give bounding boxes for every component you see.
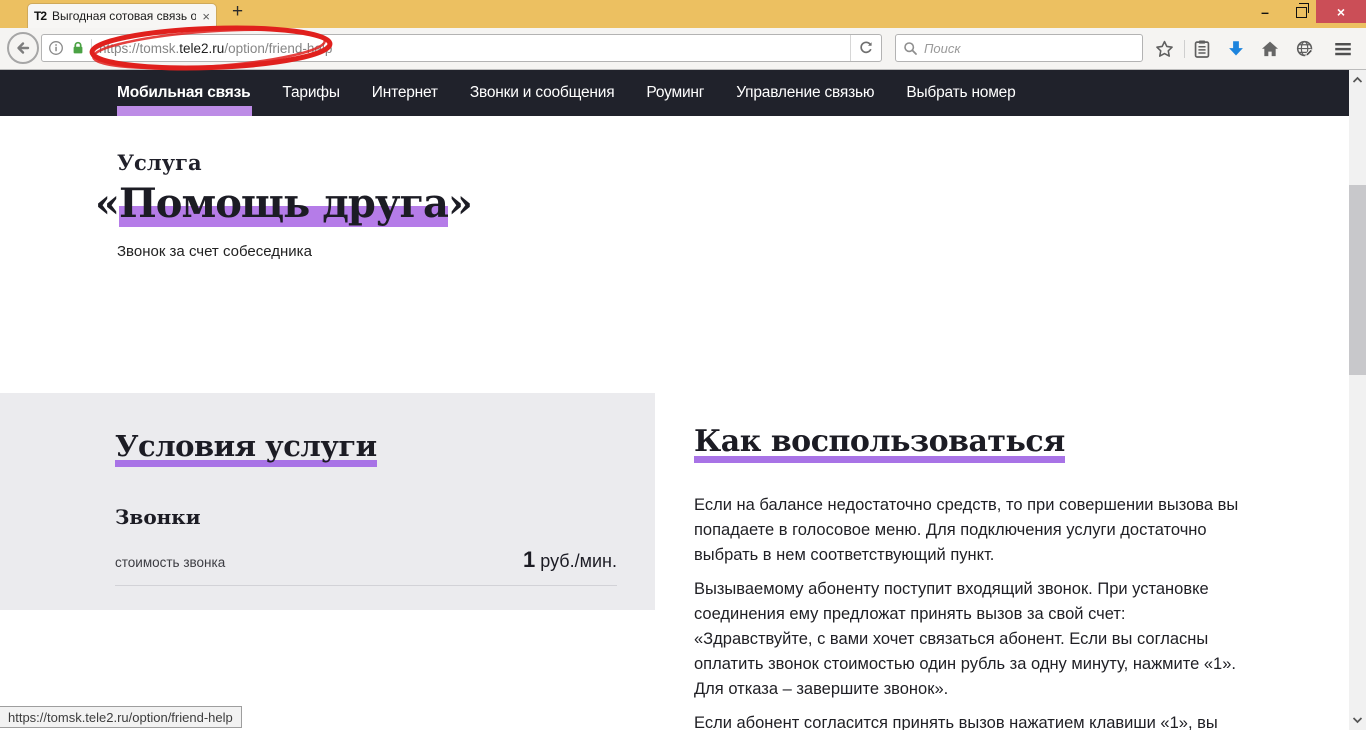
- identity-separator: [91, 39, 92, 57]
- tele2-favicon-icon: T2: [34, 9, 46, 23]
- how-to-paragraph: Если абонент согласится принять вызов на…: [694, 711, 1239, 730]
- minimize-button[interactable]: –: [1248, 0, 1282, 23]
- nav-item-tariffs[interactable]: Тарифы: [282, 70, 339, 116]
- url-prefix: https://tomsk.: [99, 41, 179, 56]
- tab-title: Выгодная сотовая связь от: [52, 9, 196, 23]
- title-highlighted-text: Помощь друга: [119, 180, 448, 227]
- service-subtitle: Звонок за счет собеседника: [117, 243, 312, 260]
- reload-icon: [858, 40, 874, 56]
- restore-icon: [1296, 7, 1307, 18]
- active-nav-underline: [117, 106, 252, 116]
- nav-item-manage[interactable]: Управление связью: [736, 70, 874, 116]
- bookmark-star-button[interactable]: [1152, 37, 1176, 61]
- search-icon: [903, 41, 918, 56]
- calls-group-heading: Звонки: [115, 505, 617, 529]
- nav-item-label: Тарифы: [282, 84, 339, 102]
- close-icon: ×: [1337, 4, 1345, 20]
- menu-button[interactable]: [1331, 37, 1355, 61]
- nav-item-label: Выбрать номер: [906, 84, 1015, 102]
- how-to-paragraph: Если на балансе недостаточно средств, то…: [694, 493, 1239, 568]
- clipboard-icon: [1192, 39, 1212, 59]
- price-number: 1: [523, 547, 535, 572]
- back-arrow-icon: [15, 40, 31, 56]
- price-value: 1руб./мин.: [523, 547, 617, 573]
- how-to-paragraph: Вызываемому абоненту поступит входящий з…: [694, 577, 1239, 702]
- star-icon: [1154, 39, 1175, 60]
- search-placeholder: Поиск: [924, 41, 961, 56]
- address-bar[interactable]: https://tomsk.tele2.ru/option/friend-hel…: [41, 34, 882, 62]
- hamburger-icon: [1333, 39, 1353, 59]
- extension-button[interactable]: [1293, 37, 1317, 61]
- nav-item-label: Управление связью: [736, 84, 874, 102]
- site-navigation: Мобильная связь Тарифы Интернет Звонки и…: [0, 70, 1349, 116]
- browser-toolbar: https://tomsk.tele2.ru/option/friend-hel…: [0, 28, 1366, 70]
- url-domain: tele2.ru: [179, 41, 224, 56]
- price-unit: руб./мин.: [540, 551, 617, 571]
- status-bar-url: https://tomsk.tele2.ru/option/friend-hel…: [0, 706, 242, 728]
- conditions-title: Условия услуги: [115, 429, 377, 467]
- nav-item-mobile[interactable]: Мобильная связь: [117, 70, 250, 116]
- search-input[interactable]: Поиск: [895, 34, 1143, 62]
- nav-item-label: Звонки и сообщения: [470, 84, 615, 102]
- home-button[interactable]: [1258, 37, 1282, 61]
- nav-item-label: Интернет: [372, 84, 438, 102]
- url-path: /option/friend-help: [224, 41, 332, 56]
- price-label: стоимость звонка: [115, 555, 225, 570]
- title-close-quote: »: [448, 180, 472, 227]
- toolbar-separator: [1184, 40, 1185, 58]
- minimize-icon: –: [1261, 8, 1269, 16]
- page-info-icon[interactable]: [48, 40, 64, 56]
- nav-item-internet[interactable]: Интернет: [372, 70, 438, 116]
- service-eyebrow: Услуга: [117, 150, 202, 175]
- back-button[interactable]: [7, 32, 39, 64]
- download-arrow-icon: [1226, 39, 1246, 59]
- price-row: стоимость звонка 1руб./мин.: [115, 547, 617, 586]
- status-url-text: https://tomsk.tele2.ru/option/friend-hel…: [8, 710, 233, 725]
- page-title: «Помощь друга»: [95, 180, 472, 228]
- scrollbar-thumb[interactable]: [1349, 185, 1366, 375]
- restore-button[interactable]: [1286, 0, 1316, 23]
- https-lock-icon[interactable]: [70, 40, 86, 56]
- vertical-scrollbar[interactable]: [1349, 70, 1366, 730]
- nav-item-choose-number[interactable]: Выбрать номер: [906, 70, 1015, 116]
- url-text[interactable]: https://tomsk.tele2.ru/option/friend-hel…: [99, 41, 332, 56]
- conditions-panel: Условия услуги Звонки стоимость звонка 1…: [0, 393, 655, 610]
- scroll-up-button[interactable]: [1349, 72, 1366, 88]
- new-tab-button[interactable]: +: [232, 1, 243, 23]
- close-window-button[interactable]: ×: [1316, 0, 1366, 23]
- nav-item-calls-messages[interactable]: Звонки и сообщения: [470, 70, 615, 116]
- nav-item-label: Мобильная связь: [117, 84, 250, 102]
- globe-pencil-icon: [1295, 39, 1315, 59]
- scroll-down-button[interactable]: [1349, 712, 1366, 728]
- browser-window: T2 Выгодная сотовая связь от × + – ×: [0, 0, 1366, 730]
- nav-item-roaming[interactable]: Роуминг: [646, 70, 704, 116]
- reload-button[interactable]: [850, 35, 881, 61]
- chevron-up-icon: [1352, 76, 1363, 84]
- how-to-section: Как воспользоваться Если на балансе недо…: [694, 424, 1239, 730]
- bookmarks-menu-button[interactable]: [1190, 37, 1214, 61]
- browser-tab[interactable]: T2 Выгодная сотовая связь от ×: [27, 3, 217, 28]
- titlebar: T2 Выгодная сотовая связь от × + – ×: [0, 0, 1366, 28]
- downloads-button[interactable]: [1224, 37, 1248, 61]
- chevron-down-icon: [1352, 716, 1363, 724]
- nav-item-label: Роуминг: [646, 84, 704, 102]
- title-open-quote: «: [95, 180, 119, 227]
- tab-close-icon[interactable]: ×: [202, 9, 210, 24]
- home-icon: [1260, 39, 1280, 59]
- how-to-title: Как воспользоваться: [694, 424, 1065, 463]
